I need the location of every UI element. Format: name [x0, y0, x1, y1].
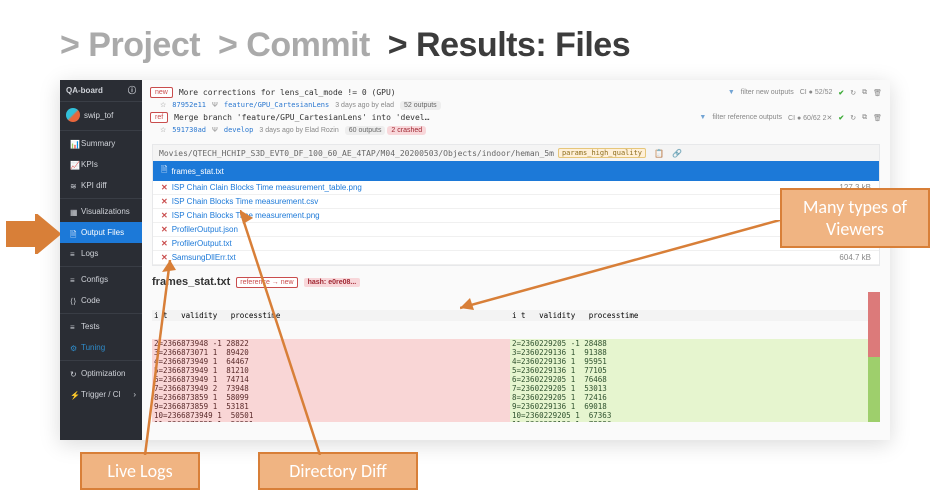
star-icon[interactable]: ☆ — [160, 101, 166, 109]
x-icon: ✕ — [161, 225, 168, 234]
file-row[interactable]: ✕ISP Chain Clain Blocks Time measurement… — [153, 181, 879, 195]
files-icon: 🗎 — [70, 229, 77, 236]
ci-new: CI ● 52/52 — [800, 89, 833, 96]
trash-icon[interactable]: 🗑 — [873, 89, 882, 97]
big-arrow-icon — [6, 214, 60, 259]
commit-new-row: new More corrections for lens_cal_mode !… — [150, 84, 882, 101]
configs-icon: ≡ — [70, 276, 77, 283]
refresh-icon[interactable]: ↻ — [850, 114, 856, 122]
crumb-project: > Project — [60, 26, 200, 64]
arrow-dirdiff — [240, 210, 330, 455]
callout-dirdiff: Directory Diff — [258, 452, 418, 490]
filter-new-label[interactable]: filter new outputs — [741, 89, 794, 96]
kpis-icon: 📈 — [70, 161, 77, 168]
x-icon: ✕ — [161, 239, 168, 248]
branch-icon: Ψ — [212, 127, 218, 134]
crumb-commit: > Commit — [218, 26, 370, 64]
ref-crash-badge: 2 crashed — [387, 126, 426, 135]
commit-new-meta: ☆ 87952e11 Ψ feature/GPU_CartesianLens 3… — [150, 101, 882, 109]
summary-icon: 📊 — [70, 140, 77, 147]
tuning-icon: ⚙ — [70, 344, 77, 351]
project-logo-icon — [66, 108, 80, 122]
commit-new-when: 3 days ago by elad — [335, 102, 394, 109]
commit-ref-row: ref Merge branch 'feature/GPU_CartesianL… — [150, 109, 882, 126]
trigger-icon: ⚡ — [70, 391, 77, 398]
commit-new-hash[interactable]: 87952e11 — [172, 101, 206, 109]
funnel-icon[interactable]: ▼ — [728, 89, 735, 96]
star-icon[interactable]: ☆ — [160, 126, 166, 134]
project-name: swip_tof — [84, 111, 113, 120]
pill-ref: ref — [150, 112, 168, 123]
commit-ref-when: 3 days ago by Elad Rozin — [259, 127, 338, 134]
viz-icon: ▦ — [70, 208, 77, 215]
breadcrumb: > Project > Commit > Results: Files — [60, 26, 630, 65]
ci-ref: CI ● 60/62 2✕ — [788, 114, 832, 122]
x-icon: ✕ — [161, 211, 168, 220]
sidebar-item-kpidiff[interactable]: ≋KPI diff — [60, 175, 142, 196]
commit-new-branch[interactable]: feature/GPU_CartesianLens — [224, 101, 329, 109]
refresh-icon[interactable]: ↻ — [850, 89, 856, 97]
callout-viewers: Many types of Viewers — [780, 188, 930, 248]
commit-ref-branch[interactable]: develop — [224, 126, 254, 134]
commit-ref-meta: ☆ 591730ad Ψ develop 3 days ago by Elad … — [150, 126, 882, 134]
diff-left: i t validity processtime 2=2366873948 -1… — [152, 292, 510, 422]
file-header-row[interactable]: 🗎 frames_stat.txt — [153, 161, 879, 181]
path-breadcrumb[interactable]: Movies/QTECH_HCHIP_S3D_EVT0_DF_100_60_AE… — [153, 145, 879, 161]
logs-icon: ≡ — [70, 250, 77, 257]
ref-outputs-badge: 60 outputs — [345, 126, 386, 135]
funnel-icon[interactable]: ▼ — [699, 114, 706, 121]
sidebar-header: QA-board ⓘ — [60, 80, 142, 102]
opt-icon: ↻ — [70, 370, 77, 377]
diff-minimap[interactable] — [868, 292, 880, 422]
path-params-tag: params_high_quality — [558, 148, 646, 158]
code-icon: ⟨⟩ — [70, 297, 77, 304]
file-row[interactable]: ✕ISP Chain Blocks Time measurement.csv87… — [153, 195, 879, 209]
commit-new-msg: More corrections for lens_cal_mode != 0 … — [179, 88, 396, 97]
x-icon: ✕ — [161, 197, 168, 206]
copy-icon[interactable]: ⧉ — [862, 89, 867, 97]
filter-ref-label[interactable]: filter reference outputs — [712, 114, 782, 121]
commits-panel: new More corrections for lens_cal_mode !… — [142, 80, 890, 138]
open-path-icon[interactable]: 🔗 — [672, 149, 682, 158]
arrow-viewers — [460, 220, 780, 320]
sidebar-item-outputfiles[interactable]: 🗎Output Files — [60, 222, 142, 243]
new-outputs-badge: 52 outputs — [400, 101, 441, 110]
commit-ref-msg: Merge branch 'feature/GPU_CartesianLens'… — [174, 113, 429, 122]
branch-icon: Ψ — [212, 102, 218, 109]
path-text: Movies/QTECH_HCHIP_S3D_EVT0_DF_100_60_AE… — [159, 149, 554, 158]
sidebar-item-summary[interactable]: 📊Summary — [60, 133, 142, 154]
info-icon[interactable]: ⓘ — [128, 85, 136, 96]
trash-icon[interactable]: 🗑 — [873, 114, 882, 122]
crumb-results: > Results: Files — [388, 26, 630, 64]
x-icon: ✕ — [161, 183, 168, 192]
tests-icon: ≡ — [70, 323, 77, 330]
arrow-logs — [130, 260, 190, 455]
commit-ref-hash[interactable]: 591730ad — [172, 126, 206, 134]
kpidiff-icon: ≋ — [70, 182, 77, 189]
callout-logs: Live Logs — [80, 452, 200, 490]
project-selector[interactable]: swip_tof — [60, 102, 142, 128]
copy-path-icon[interactable]: 📋 — [654, 149, 664, 158]
copy-icon[interactable]: ⧉ — [862, 114, 867, 122]
sidebar-item-visualizations[interactable]: ▦Visualizations — [60, 201, 142, 222]
pill-new: new — [150, 87, 173, 98]
brand-label: QA-board — [66, 86, 103, 95]
file-icon: 🗎 — [161, 164, 167, 178]
sidebar-item-kpis[interactable]: 📈KPIs — [60, 154, 142, 175]
